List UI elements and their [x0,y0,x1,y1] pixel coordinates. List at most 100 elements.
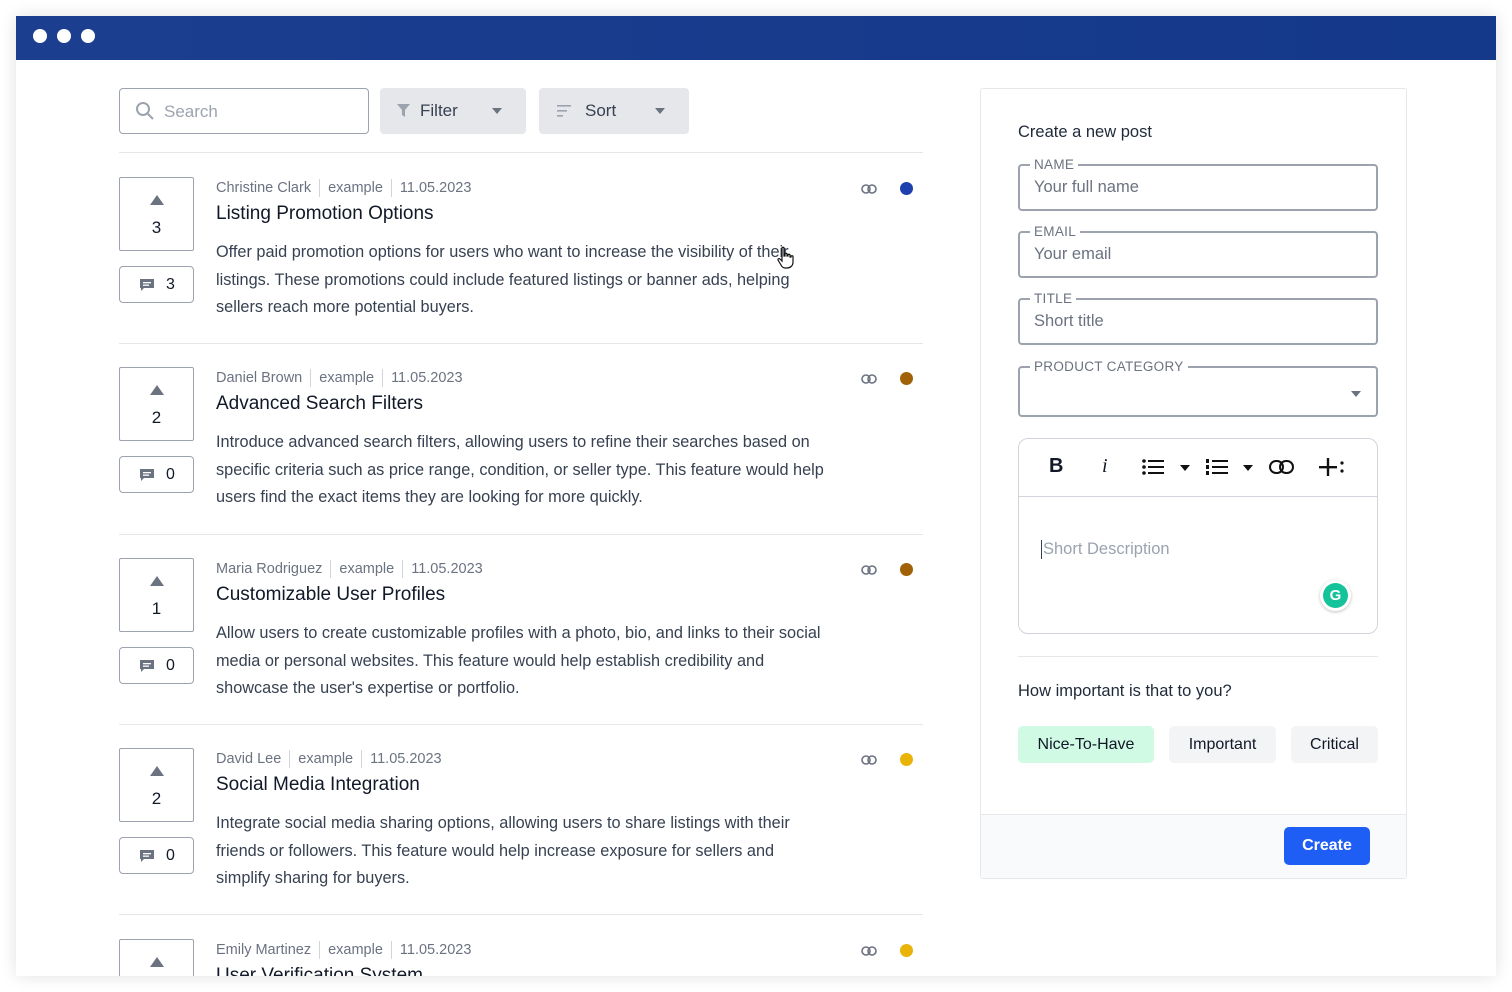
post-author[interactable]: Daniel Brown [216,370,302,386]
post-date: 11.05.2023 [399,941,472,958]
post-category[interactable]: example [328,942,383,958]
description-placeholder: Short Description [1041,540,1170,559]
importance-question: How important is that to you? [1018,682,1232,700]
bullet-list-icon[interactable] [1142,458,1168,476]
search-input[interactable]: Search [119,88,369,134]
comments-button[interactable]: 3 [119,266,194,303]
post-meta: David Lee example 11.05.2023 [216,750,442,768]
chip-critical[interactable]: Critical [1291,726,1378,763]
post-category[interactable]: example [328,180,383,196]
app-window: Search Filter Sort 3 3 Christine Clark e… [16,16,1496,976]
upvote-button[interactable] [119,939,194,976]
italic-icon[interactable]: i [1102,455,1108,478]
post-category[interactable]: example [319,370,374,386]
post-item: 2 0 David Lee example 11.05.2023 Social Me… [119,748,923,938]
comment-count: 0 [166,657,175,674]
post-date: 11.05.2023 [411,560,483,577]
name-field[interactable]: NAME Your full name [1018,157,1378,211]
comment-icon [140,850,154,862]
comment-count: 3 [166,276,175,293]
post-meta: Emily Martinez example 11.05.2023 [216,941,471,959]
post-meta: Daniel Brown example 11.05.2023 [216,369,463,387]
post-category[interactable]: example [298,751,353,767]
link-icon[interactable] [861,184,877,194]
chip-nice-to-have[interactable]: Nice-To-Have [1018,726,1154,763]
divider [1018,656,1378,657]
link-icon[interactable] [861,755,877,765]
comments-button[interactable]: 0 [119,647,194,684]
title-field[interactable]: TITLE Short title [1018,291,1378,345]
comment-count: 0 [166,466,175,483]
upvote-button[interactable]: 2 [119,367,194,441]
chip-important[interactable]: Important [1169,726,1276,763]
link-icon[interactable] [861,946,877,956]
chevron-down-icon [655,108,665,114]
chevron-down-icon [492,108,502,114]
post-author[interactable]: Emily Martinez [216,942,311,958]
upvote-button[interactable]: 1 [119,558,194,632]
product-category-select[interactable]: PRODUCT CATEGORY [1018,359,1378,417]
email-label: EMAIL [1030,224,1081,240]
product-category-label: PRODUCT CATEGORY [1030,359,1188,375]
description-editor[interactable]: B i Short Description G [1018,438,1378,634]
post-description: Integrate social media sharing options, … [216,814,790,888]
post-item: 3 3 Christine Clark example 11.05.2023 Lis… [119,177,923,367]
status-dot [900,563,913,576]
comments-button[interactable]: 0 [119,456,194,493]
grammarly-icon[interactable]: G [1320,580,1351,611]
vote-count: 3 [151,218,162,237]
sort-dropdown[interactable]: Sort [539,88,689,134]
comment-icon [140,469,154,481]
post-description: Offer paid promotion options for users w… [216,243,790,317]
post-author[interactable]: David Lee [216,751,281,767]
insert-more-icon[interactable] [1319,458,1345,476]
link-icon[interactable] [861,565,877,575]
link-icon[interactable] [861,374,877,384]
post-date: 11.05.2023 [399,179,472,196]
chevron-down-icon[interactable] [1180,465,1190,471]
editor-toolbar: B i [1019,439,1377,497]
search-placeholder: Search [164,102,218,121]
arrow-up-icon [150,576,164,586]
post-title[interactable]: Customizable User Profiles [216,584,445,606]
email-field[interactable]: EMAIL Your email [1018,224,1378,278]
arrow-up-icon [150,957,164,967]
status-dot [900,182,913,195]
comment-count: 0 [166,847,175,864]
filter-dropdown[interactable]: Filter [380,88,526,134]
chevron-down-icon[interactable] [1243,465,1253,471]
divider [119,724,923,725]
post-item: 1 0 Maria Rodriguez example 11.05.2023 Cus… [119,558,923,748]
upvote-button[interactable]: 3 [119,177,194,251]
post-item: 2 0 Daniel Brown example 11.05.2023 Advanc… [119,367,923,557]
vote-count: 2 [151,408,162,427]
create-button[interactable]: Create [1284,827,1370,865]
divider [119,534,923,535]
upvote-button[interactable]: 2 [119,748,194,822]
sort-icon [557,105,571,117]
status-dot [900,944,913,957]
link-icon[interactable] [1269,460,1294,474]
post-title[interactable]: Advanced Search Filters [216,393,423,415]
status-dot [900,753,913,766]
email-placeholder: Your email [1034,245,1112,263]
bold-icon[interactable]: B [1049,455,1063,478]
post-title[interactable]: User Verification System [216,965,423,976]
window-close-dot[interactable] [33,29,47,43]
post-title[interactable]: Social Media Integration [216,774,420,796]
post-author[interactable]: Christine Clark [216,180,311,196]
numbered-list-icon[interactable] [1206,458,1232,476]
name-label: NAME [1030,157,1079,173]
post-meta: Maria Rodriguez example 11.05.2023 [216,560,483,578]
arrow-up-icon [150,195,164,205]
comments-button[interactable]: 0 [119,837,194,874]
form-title: Create a new post [1018,123,1152,141]
post-description: Introduce advanced search filters, allow… [216,433,824,507]
window-maximize-dot[interactable] [81,29,95,43]
comment-icon [140,660,154,672]
window-minimize-dot[interactable] [57,29,71,43]
vote-count: 1 [151,599,162,618]
post-author[interactable]: Maria Rodriguez [216,561,322,577]
post-title[interactable]: Listing Promotion Options [216,203,434,225]
post-category[interactable]: example [339,561,394,577]
